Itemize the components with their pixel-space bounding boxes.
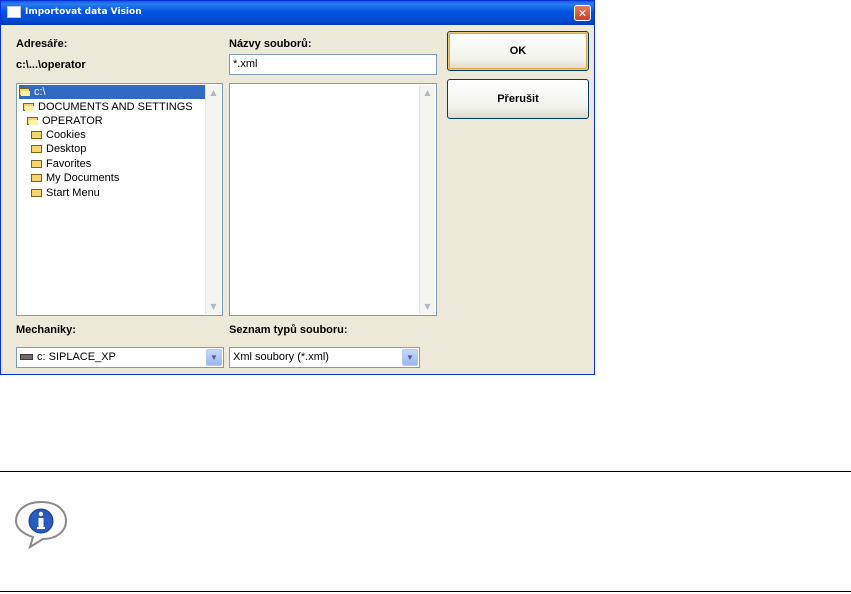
tree-item-label: Start Menu <box>46 187 100 199</box>
drives-select[interactable]: c: SIPLACE_XP ▼ <box>16 347 224 368</box>
tree-item-cookies[interactable]: Cookies <box>31 128 86 142</box>
directories-list[interactable]: c:\ DOCUMENTS AND SETTINGS OPERATOR Cook… <box>16 83 223 316</box>
scroll-down-icon[interactable]: ▼ <box>420 299 435 314</box>
divider-top <box>0 471 851 472</box>
page: Importovat data Vision ✕ Adresáře: c:\..… <box>0 0 851 594</box>
ok-button[interactable]: OK <box>447 31 589 71</box>
tree-item-root[interactable]: c:\ <box>19 85 206 99</box>
drives-selected-label: c: SIPLACE_XP <box>37 351 116 363</box>
tree-item-label: Desktop <box>46 143 87 155</box>
folder-icon <box>31 174 42 182</box>
tree-item-start-menu[interactable]: Start Menu <box>31 186 100 200</box>
folder-icon <box>31 160 42 168</box>
tree-item-label: Cookies <box>46 129 86 141</box>
scroll-up-icon[interactable]: ▲ <box>206 85 221 100</box>
import-vision-data-dialog: Importovat data Vision ✕ Adresáře: c:\..… <box>0 0 595 375</box>
drives-select-value: c: SIPLACE_XP <box>20 351 116 363</box>
open-folder-icon <box>23 103 34 111</box>
tree-item-documents-and-settings[interactable]: DOCUMENTS AND SETTINGS <box>23 100 193 114</box>
file-names-list[interactable]: ▲ ▼ <box>229 83 437 316</box>
scroll-up-icon[interactable]: ▲ <box>420 85 435 100</box>
tree-item-label: Favorites <box>46 158 92 170</box>
scroll-down-icon[interactable]: ▼ <box>206 299 221 314</box>
tree-item-operator[interactable]: OPERATOR <box>27 114 103 128</box>
divider-bottom <box>0 591 851 592</box>
current-path: c:\...\operator <box>16 59 86 71</box>
file-names-scrollbar[interactable]: ▲ ▼ <box>419 85 435 314</box>
tree-item-desktop[interactable]: Desktop <box>31 142 86 156</box>
tree-item-my-documents[interactable]: My Documents <box>31 171 119 185</box>
file-types-label: Seznam typů souboru: <box>229 324 348 336</box>
file-name-input[interactable]: *.xml <box>229 54 437 75</box>
window-icon <box>7 6 21 18</box>
close-button[interactable]: ✕ <box>574 5 591 21</box>
info-icon <box>14 500 68 550</box>
tree-item-label: c:\ <box>34 86 46 98</box>
title-bar[interactable]: Importovat data Vision ✕ <box>1 1 594 25</box>
drives-label: Mechaniky: <box>16 324 76 336</box>
cancel-button[interactable]: Přerušit <box>447 79 589 119</box>
file-types-selected-label: Xml soubory (*.xml) <box>233 351 329 363</box>
window-title: Importovat data Vision <box>25 7 142 17</box>
folder-icon <box>31 189 42 197</box>
drive-icon <box>20 354 33 360</box>
tree-item-label: DOCUMENTS AND SETTINGS <box>38 101 193 113</box>
chevron-down-icon[interactable]: ▼ <box>206 349 222 366</box>
tree-item-label: My Documents <box>46 172 120 184</box>
chevron-down-icon[interactable]: ▼ <box>402 349 418 366</box>
file-types-select[interactable]: Xml soubory (*.xml) ▼ <box>229 347 420 368</box>
tree-item-label: OPERATOR <box>42 115 103 127</box>
open-folder-icon <box>27 117 38 125</box>
open-folder-icon <box>19 88 30 96</box>
folder-icon <box>31 131 42 139</box>
file-types-select-value: Xml soubory (*.xml) <box>233 351 329 363</box>
directories-scrollbar[interactable]: ▲ ▼ <box>205 85 221 314</box>
folder-icon <box>31 145 42 153</box>
file-names-label: Názvy souborů: <box>229 38 312 50</box>
directories-label: Adresáře: <box>16 38 68 50</box>
tree-item-favorites[interactable]: Favorites <box>31 157 91 171</box>
